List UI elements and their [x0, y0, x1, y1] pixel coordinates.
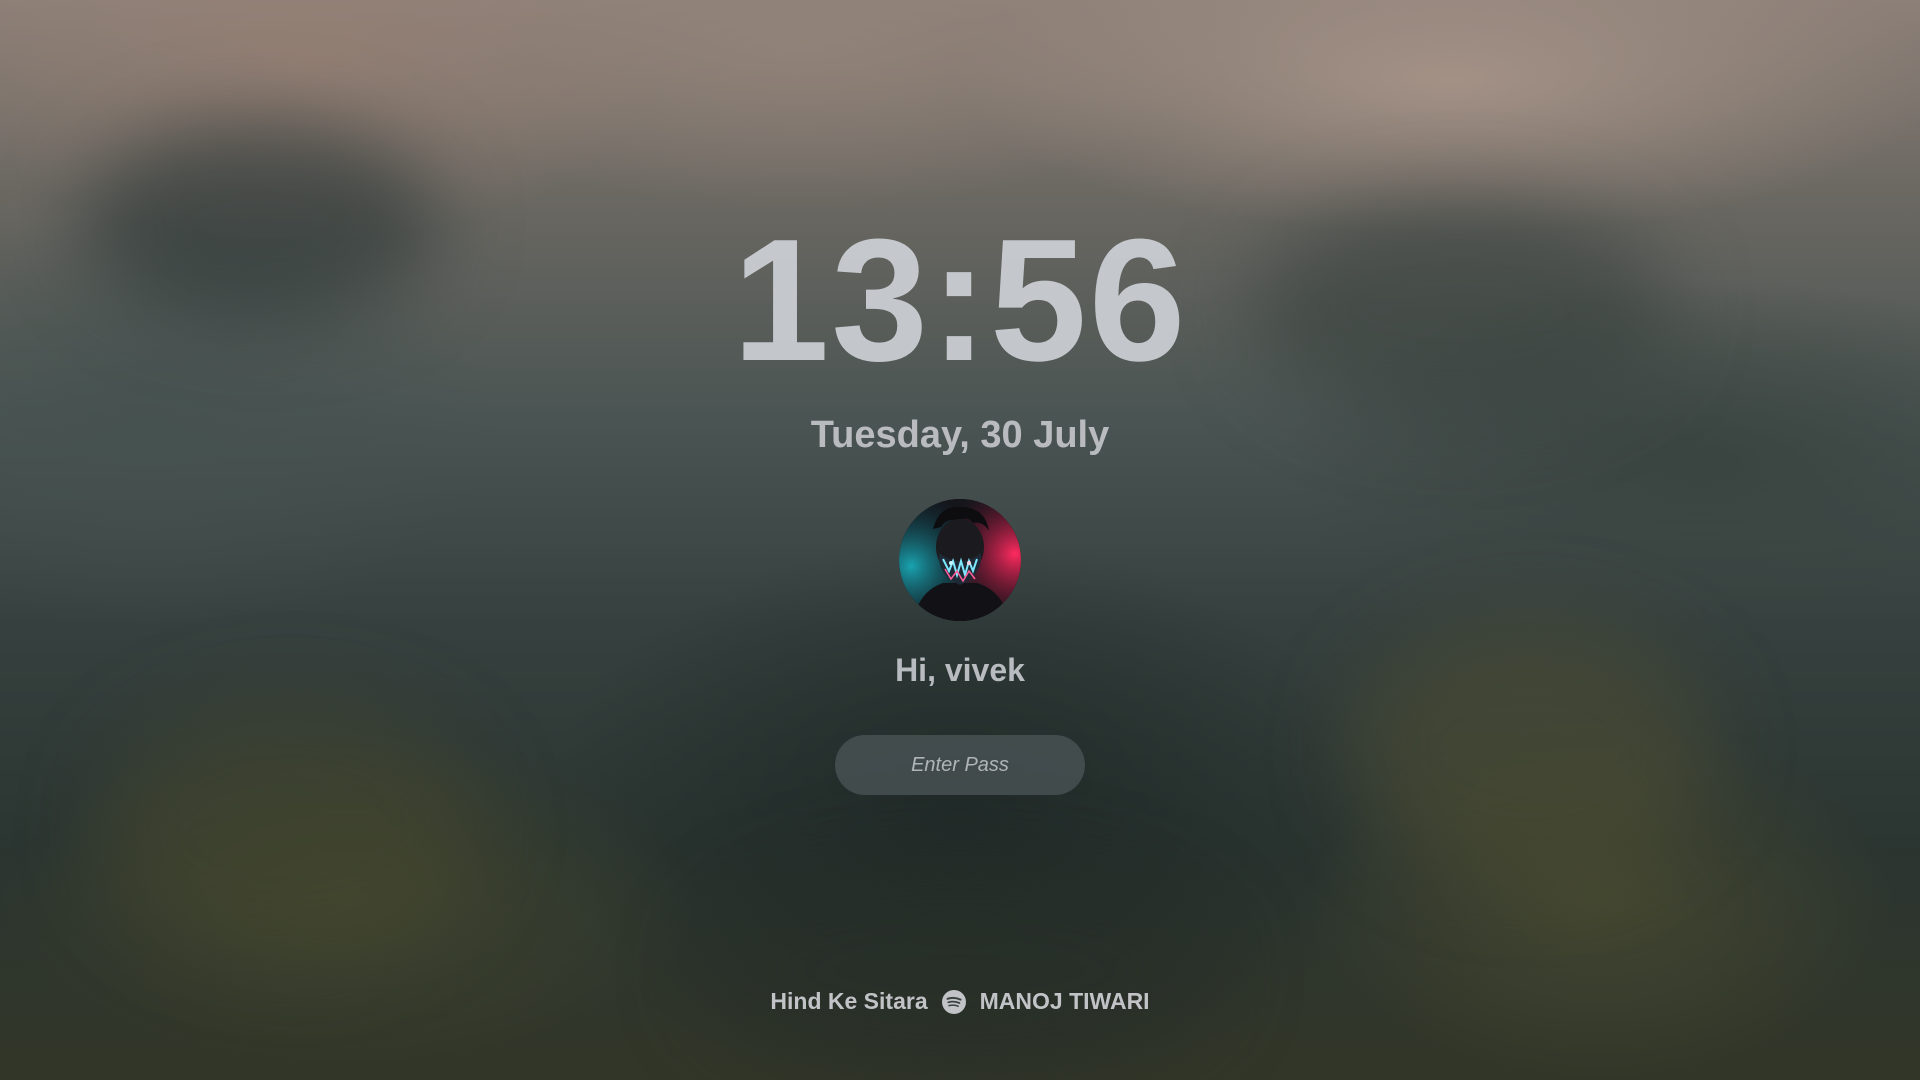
password-input[interactable] — [835, 735, 1085, 795]
track-title: Hind Ke Sitara — [770, 988, 928, 1014]
artist-name: MANOJ TIWARI — [979, 988, 1150, 1014]
clock: 13:56 — [732, 202, 1188, 397]
user-avatar[interactable] — [899, 499, 1021, 621]
now-playing[interactable]: Hind Ke Sitara MANOJ TIWARI — [0, 988, 1920, 1015]
date-label: Tuesday, 30 July — [810, 414, 1110, 456]
spotify-icon — [941, 989, 966, 1014]
greeting: Hi, vivek — [895, 652, 1025, 688]
avatar-image — [899, 499, 1021, 621]
